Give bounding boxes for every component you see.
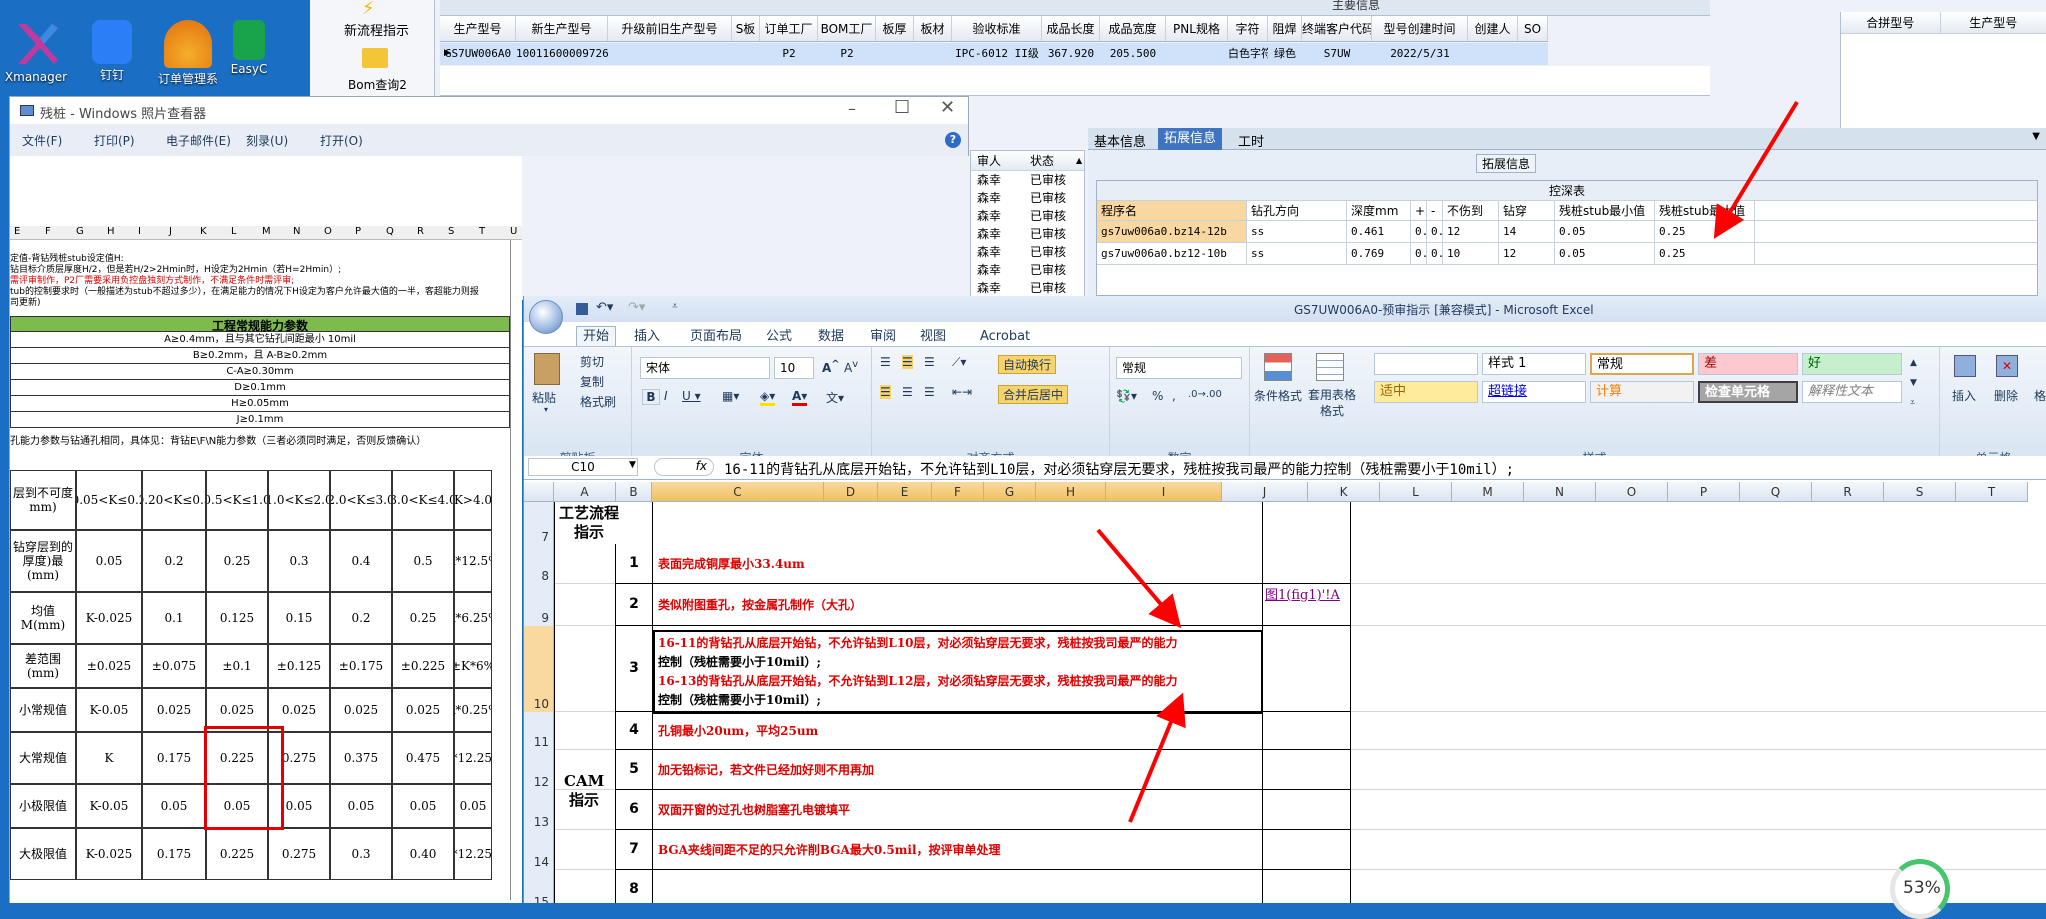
- arrow-to-c10-bottom: [1128, 692, 1186, 823]
- annotation-arrows: [1096, 100, 1799, 823]
- arrow-to-c10-top: [1096, 528, 1182, 629]
- arrow-to-stub-max: [1713, 100, 1799, 239]
